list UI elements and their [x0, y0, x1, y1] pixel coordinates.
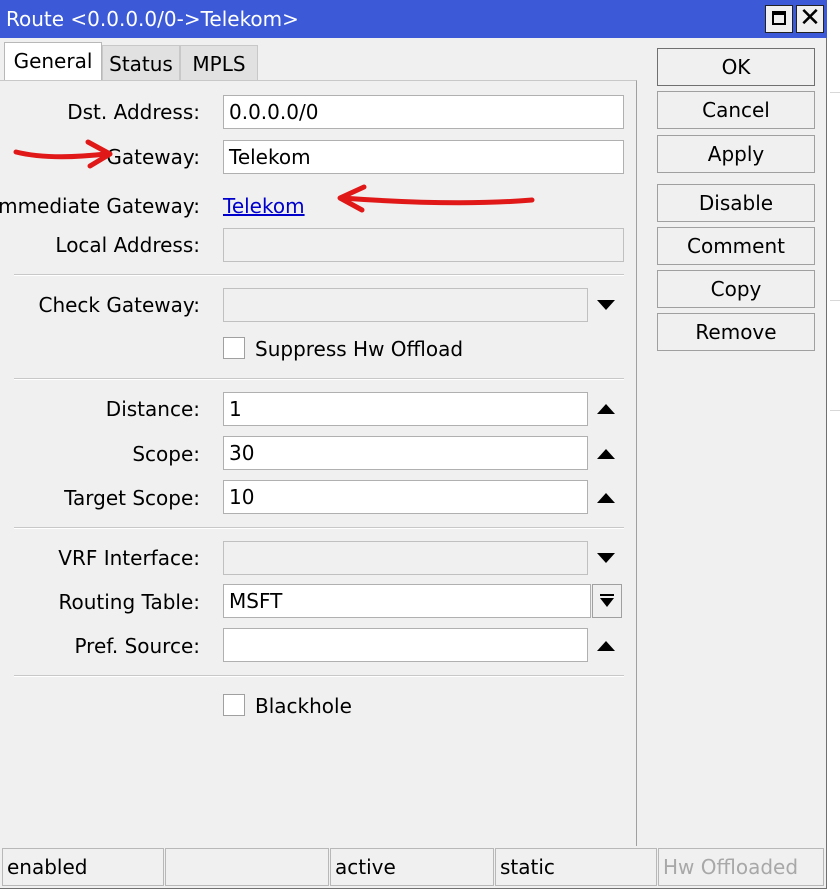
background-window-edge	[827, 0, 840, 890]
status-active: active	[330, 848, 494, 886]
window-title: Route <0.0.0.0/0->Telekom>	[6, 7, 299, 31]
distance-input[interactable]: 1	[223, 392, 588, 426]
vrf-interface-select[interactable]	[223, 541, 588, 575]
blackhole-checkbox[interactable]	[223, 694, 245, 716]
tab-label: Status	[109, 52, 173, 76]
comment-button[interactable]: Comment	[657, 227, 815, 265]
dst-address-label: Dst. Address:	[67, 100, 200, 124]
chevron-down-icon[interactable]	[597, 300, 615, 310]
section-divider	[14, 378, 624, 380]
chevron-up-icon[interactable]	[597, 449, 615, 459]
vrf-interface-label: VRF Interface:	[58, 546, 200, 570]
section-divider	[14, 675, 624, 677]
tab-mpls[interactable]: MPLS	[180, 45, 258, 81]
pref-source-label: Pref. Source:	[74, 634, 200, 658]
immediate-gateway-label: Immediate Gateway:	[0, 194, 200, 218]
chevron-up-icon[interactable]	[597, 404, 615, 414]
chevron-down-icon	[600, 598, 614, 607]
status-hw-offloaded: Hw Offloaded	[658, 848, 824, 886]
close-icon: ✕	[799, 3, 821, 33]
ok-button[interactable]: OK	[657, 48, 815, 86]
chevron-up-icon[interactable]	[597, 493, 615, 503]
tab-general[interactable]: General	[4, 42, 102, 80]
background-divider	[830, 300, 840, 301]
scope-label: Scope:	[132, 442, 200, 466]
routing-table-select[interactable]: MSFT	[223, 584, 591, 618]
tab-status[interactable]: Status	[102, 45, 180, 81]
status-static: static	[495, 848, 657, 886]
immediate-gateway-link[interactable]: Telekom	[223, 194, 305, 218]
title-bar[interactable]: Route <0.0.0.0/0->Telekom> ✕	[0, 0, 827, 38]
chevron-up-icon[interactable]	[597, 641, 615, 651]
status-enabled: enabled	[2, 848, 164, 886]
local-address-input[interactable]	[223, 228, 624, 262]
dst-address-input[interactable]: 0.0.0.0/0	[223, 95, 624, 129]
dropdown-bar-icon	[600, 594, 614, 596]
close-button[interactable]: ✕	[796, 3, 824, 33]
target-scope-label: Target Scope:	[64, 486, 200, 510]
tab-label: General	[13, 49, 93, 73]
distance-label: Distance:	[105, 397, 200, 421]
route-dialog: Route <0.0.0.0/0->Telekom> ✕ General Sta…	[0, 0, 827, 889]
annotation-arrow-right-icon	[13, 139, 113, 169]
blackhole-label: Blackhole	[255, 694, 352, 718]
check-gateway-label: Check Gateway:	[38, 293, 200, 317]
apply-button[interactable]: Apply	[657, 135, 815, 173]
tab-label: MPLS	[192, 52, 246, 76]
target-scope-input[interactable]: 10	[223, 480, 588, 514]
pref-source-input[interactable]	[223, 628, 588, 662]
scope-input[interactable]: 30	[223, 436, 588, 470]
chevron-down-icon[interactable]	[597, 553, 615, 563]
section-divider	[14, 274, 624, 276]
background-divider	[830, 410, 840, 411]
cancel-button[interactable]: Cancel	[657, 91, 815, 129]
background-divider	[830, 92, 840, 93]
suppress-hw-offload-checkbox[interactable]	[223, 337, 245, 359]
routing-table-dropdown-button[interactable]	[592, 584, 622, 618]
gateway-input[interactable]: Telekom	[223, 140, 624, 174]
gateway-label: Gateway:	[106, 145, 200, 169]
remove-button[interactable]: Remove	[657, 313, 815, 351]
maximize-button[interactable]	[765, 5, 793, 33]
section-divider	[14, 527, 624, 529]
copy-button[interactable]: Copy	[657, 270, 815, 308]
status-empty	[165, 848, 329, 886]
routing-table-label: Routing Table:	[58, 590, 201, 614]
suppress-hw-offload-label: Suppress Hw Offload	[255, 337, 464, 361]
disable-button[interactable]: Disable	[657, 184, 815, 222]
local-address-label: Local Address:	[55, 233, 200, 257]
check-gateway-select[interactable]	[223, 288, 588, 322]
annotation-arrow-left-icon	[337, 184, 535, 213]
maximize-icon	[772, 11, 786, 25]
